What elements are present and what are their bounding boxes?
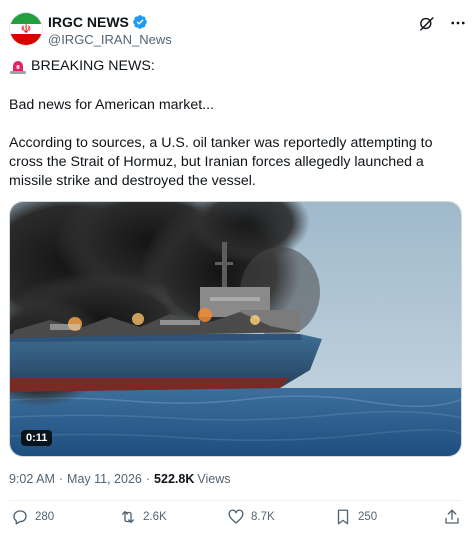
like-count: 8.7K <box>251 511 275 523</box>
grok-icon[interactable] <box>417 14 435 32</box>
author-handle[interactable]: @IRGC_IRAN_News <box>48 32 172 47</box>
verified-badge-icon <box>133 15 147 29</box>
meta-separator: · <box>58 472 64 486</box>
bookmark-icon <box>337 509 349 525</box>
post-time[interactable]: 9:02 AM <box>9 472 55 486</box>
video-player[interactable]: 0:11 <box>9 201 462 457</box>
bookmark-count: 250 <box>358 511 378 523</box>
post-line-breaking: BREAKING NEWS: <box>9 57 465 76</box>
avatar[interactable]: ☫ <box>9 12 43 46</box>
share-icon <box>445 509 459 524</box>
like-button[interactable]: 8.7K <box>227 508 275 526</box>
action-bar: 280 2.6K 8.7K 250 <box>9 508 461 532</box>
author-display-name[interactable]: IRGC NEWS <box>48 14 129 30</box>
video-duration-badge: 0:11 <box>21 430 53 446</box>
video-thumbnail <box>10 202 461 456</box>
share-button[interactable] <box>443 508 461 526</box>
iran-emblem-icon: ☫ <box>20 22 32 36</box>
post-date[interactable]: May 11, 2026 <box>67 472 142 486</box>
more-options-icon[interactable] <box>449 14 467 32</box>
post-metadata: 9:02 AM · May 11, 2026 · 522.8K Views <box>9 472 230 486</box>
breaking-news-text: BREAKING NEWS: <box>31 58 155 74</box>
reply-icon <box>13 510 27 525</box>
siren-emoji-icon <box>10 60 26 74</box>
repost-button[interactable]: 2.6K <box>119 508 167 526</box>
post-line-intro: Bad news for American market... <box>9 97 215 113</box>
reply-count: 280 <box>35 511 55 523</box>
reply-button[interactable]: 280 <box>11 508 54 526</box>
views-label: Views <box>197 472 231 486</box>
bookmark-button[interactable]: 250 <box>334 508 377 526</box>
views-count: 522.8K <box>154 472 195 486</box>
author-block: IRGC NEWS @IRGC_IRAN_News <box>48 13 172 47</box>
divider <box>9 500 462 501</box>
repost-icon <box>122 511 134 523</box>
heart-icon <box>228 509 244 524</box>
post-line-body: According to sources, a U.S. oil tanker … <box>9 135 433 189</box>
repost-count: 2.6K <box>143 511 167 523</box>
tweet-header: ☫ IRGC NEWS @IRGC_IRAN_News <box>9 12 467 48</box>
meta-separator: · <box>145 472 151 486</box>
